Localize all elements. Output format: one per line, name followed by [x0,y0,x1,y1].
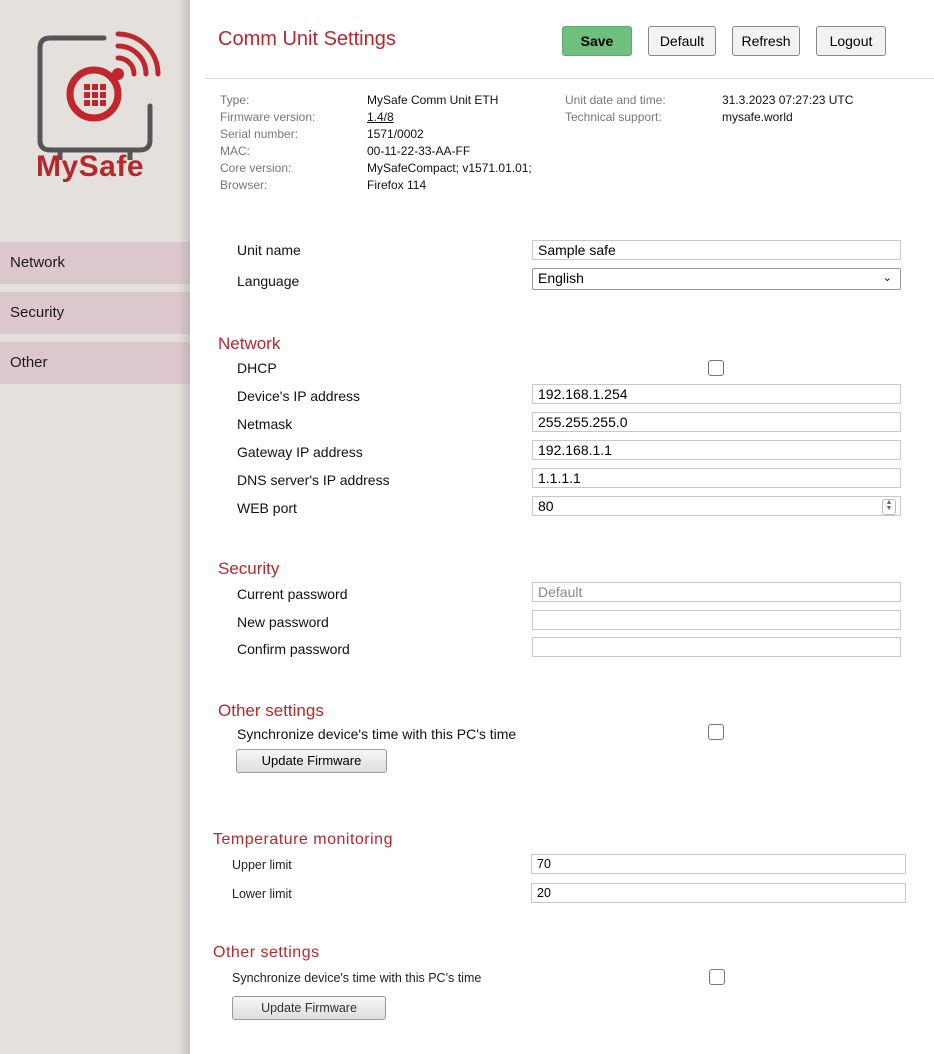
lower-limit-input[interactable]: 20 [531,883,906,903]
sidebar-item-label: Other [10,354,48,371]
language-select[interactable]: English ⌄ [532,268,901,290]
page-title: Comm Unit Settings [218,28,396,50]
confirm-password-input[interactable] [532,637,901,657]
header-divider [205,78,934,79]
current-password-input[interactable]: Default [532,582,901,602]
default-button[interactable]: Default [648,26,716,56]
info-value: Firefox 114 [367,178,427,192]
language-label: Language [237,273,300,289]
refresh-button[interactable]: Refresh [732,26,800,56]
unit-name-input[interactable]: Sample safe [532,240,901,260]
info-value: MySafeCompact; v1571.01.01; [367,161,532,175]
other-settings-heading-2: Other settings [213,944,320,961]
language-value: English [538,270,584,286]
upper-limit-input[interactable]: 70 [531,854,906,874]
firmware-version-link[interactable]: 1.4/8 [367,109,394,126]
update-firmware-button[interactable]: Update Firmware [236,749,387,773]
unit-name-label: Unit name [237,242,301,258]
sync-time-checkbox-2[interactable] [709,969,725,985]
upper-limit-label: Upper limit [232,858,292,872]
sync-time-checkbox[interactable] [708,724,724,740]
netmask-input[interactable]: 255.255.255.0 [532,412,901,432]
temperature-heading: Temperature monitoring [213,831,393,848]
dhcp-checkbox[interactable] [708,360,724,376]
info-label: Unit date and time: [565,93,666,107]
ip-input[interactable]: 192.168.1.254 [532,384,901,404]
support-link[interactable]: mysafe.world [722,109,793,126]
dns-input[interactable]: 1.1.1.1 [532,468,901,488]
info-label: Firmware version: [220,110,316,124]
new-password-label: New password [237,614,329,630]
info-value: 31.3.2023 07:27:23 UTC [722,93,854,107]
current-password-label: Current password [237,586,348,602]
dns-label: DNS server's IP address [237,472,390,488]
sidebar-item-other[interactable]: Other [0,342,190,384]
sync-time-label: Synchronize device's time with this PC's… [237,726,517,742]
sync-time-label-2: Synchronize device's time with this PC's… [232,971,482,985]
chevron-down-icon: ⌄ [882,272,892,284]
info-label: Core version: [220,161,292,175]
confirm-password-label: Confirm password [237,641,350,657]
ip-label: Device's IP address [237,388,361,404]
info-label: Serial number: [220,127,299,141]
security-heading: Security [218,559,280,578]
gateway-label: Gateway IP address [237,444,363,460]
network-heading: Network [218,334,281,353]
info-label: Technical support: [565,110,662,124]
lower-limit-label: Lower limit [232,887,292,901]
info-label: Browser: [220,178,268,192]
new-password-input[interactable] [532,610,901,630]
brand-name: MySafe [36,150,145,183]
info-label: Type: [220,93,250,107]
spinner-icon[interactable]: ▲ ▼ [882,499,896,515]
netmask-label: Netmask [237,416,293,432]
info-value: 1571/0002 [367,127,424,141]
gateway-input[interactable]: 192.168.1.1 [532,440,901,460]
info-value: MySafe Comm Unit ETH [367,93,499,107]
save-button[interactable]: Save [562,26,632,56]
web-port-input[interactable]: 80 ▲ ▼ [532,496,901,516]
update-firmware-button-2[interactable]: Update Firmware [232,996,386,1020]
sidebar-item-label: Security [10,304,65,321]
web-port-value: 80 [538,498,554,514]
web-port-label: WEB port [237,500,297,516]
sidebar-item-security[interactable]: Security [0,292,190,334]
dhcp-label: DHCP [237,360,277,376]
info-value: 00-11-22-33-AA-FF [367,144,471,158]
sidebar-item-label: Network [10,254,66,271]
other-settings-heading: Other settings [218,701,324,720]
sidebar-item-network[interactable]: Network [0,242,190,284]
logout-button[interactable]: Logout [816,26,886,56]
info-label: MAC: [220,144,250,158]
sidebar: MySafe Network Security Other [0,0,190,1054]
